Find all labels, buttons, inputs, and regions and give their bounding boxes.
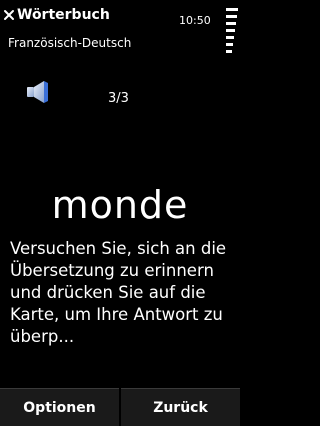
flashcard-word[interactable]: monde <box>0 182 240 228</box>
signal-strength-icon <box>226 8 238 74</box>
back-button[interactable]: Zurück <box>121 388 240 426</box>
close-icon[interactable] <box>3 9 15 21</box>
speaker-icon[interactable] <box>26 80 52 104</box>
options-button[interactable]: Optionen <box>0 388 119 426</box>
app-title: Wörterbuch <box>17 7 110 23</box>
card-counter: 3/3 <box>108 91 129 106</box>
clock: 10:50 <box>179 14 211 27</box>
flashcard-instruction[interactable]: Versuchen Sie, sich an die Übersetzung z… <box>10 238 236 348</box>
softkey-bar: Optionen Zurück <box>0 388 240 426</box>
dictionary-language-pair: Französisch-Deutsch <box>8 36 132 50</box>
title-bar: Wörterbuch 10:50 <box>0 0 240 53</box>
